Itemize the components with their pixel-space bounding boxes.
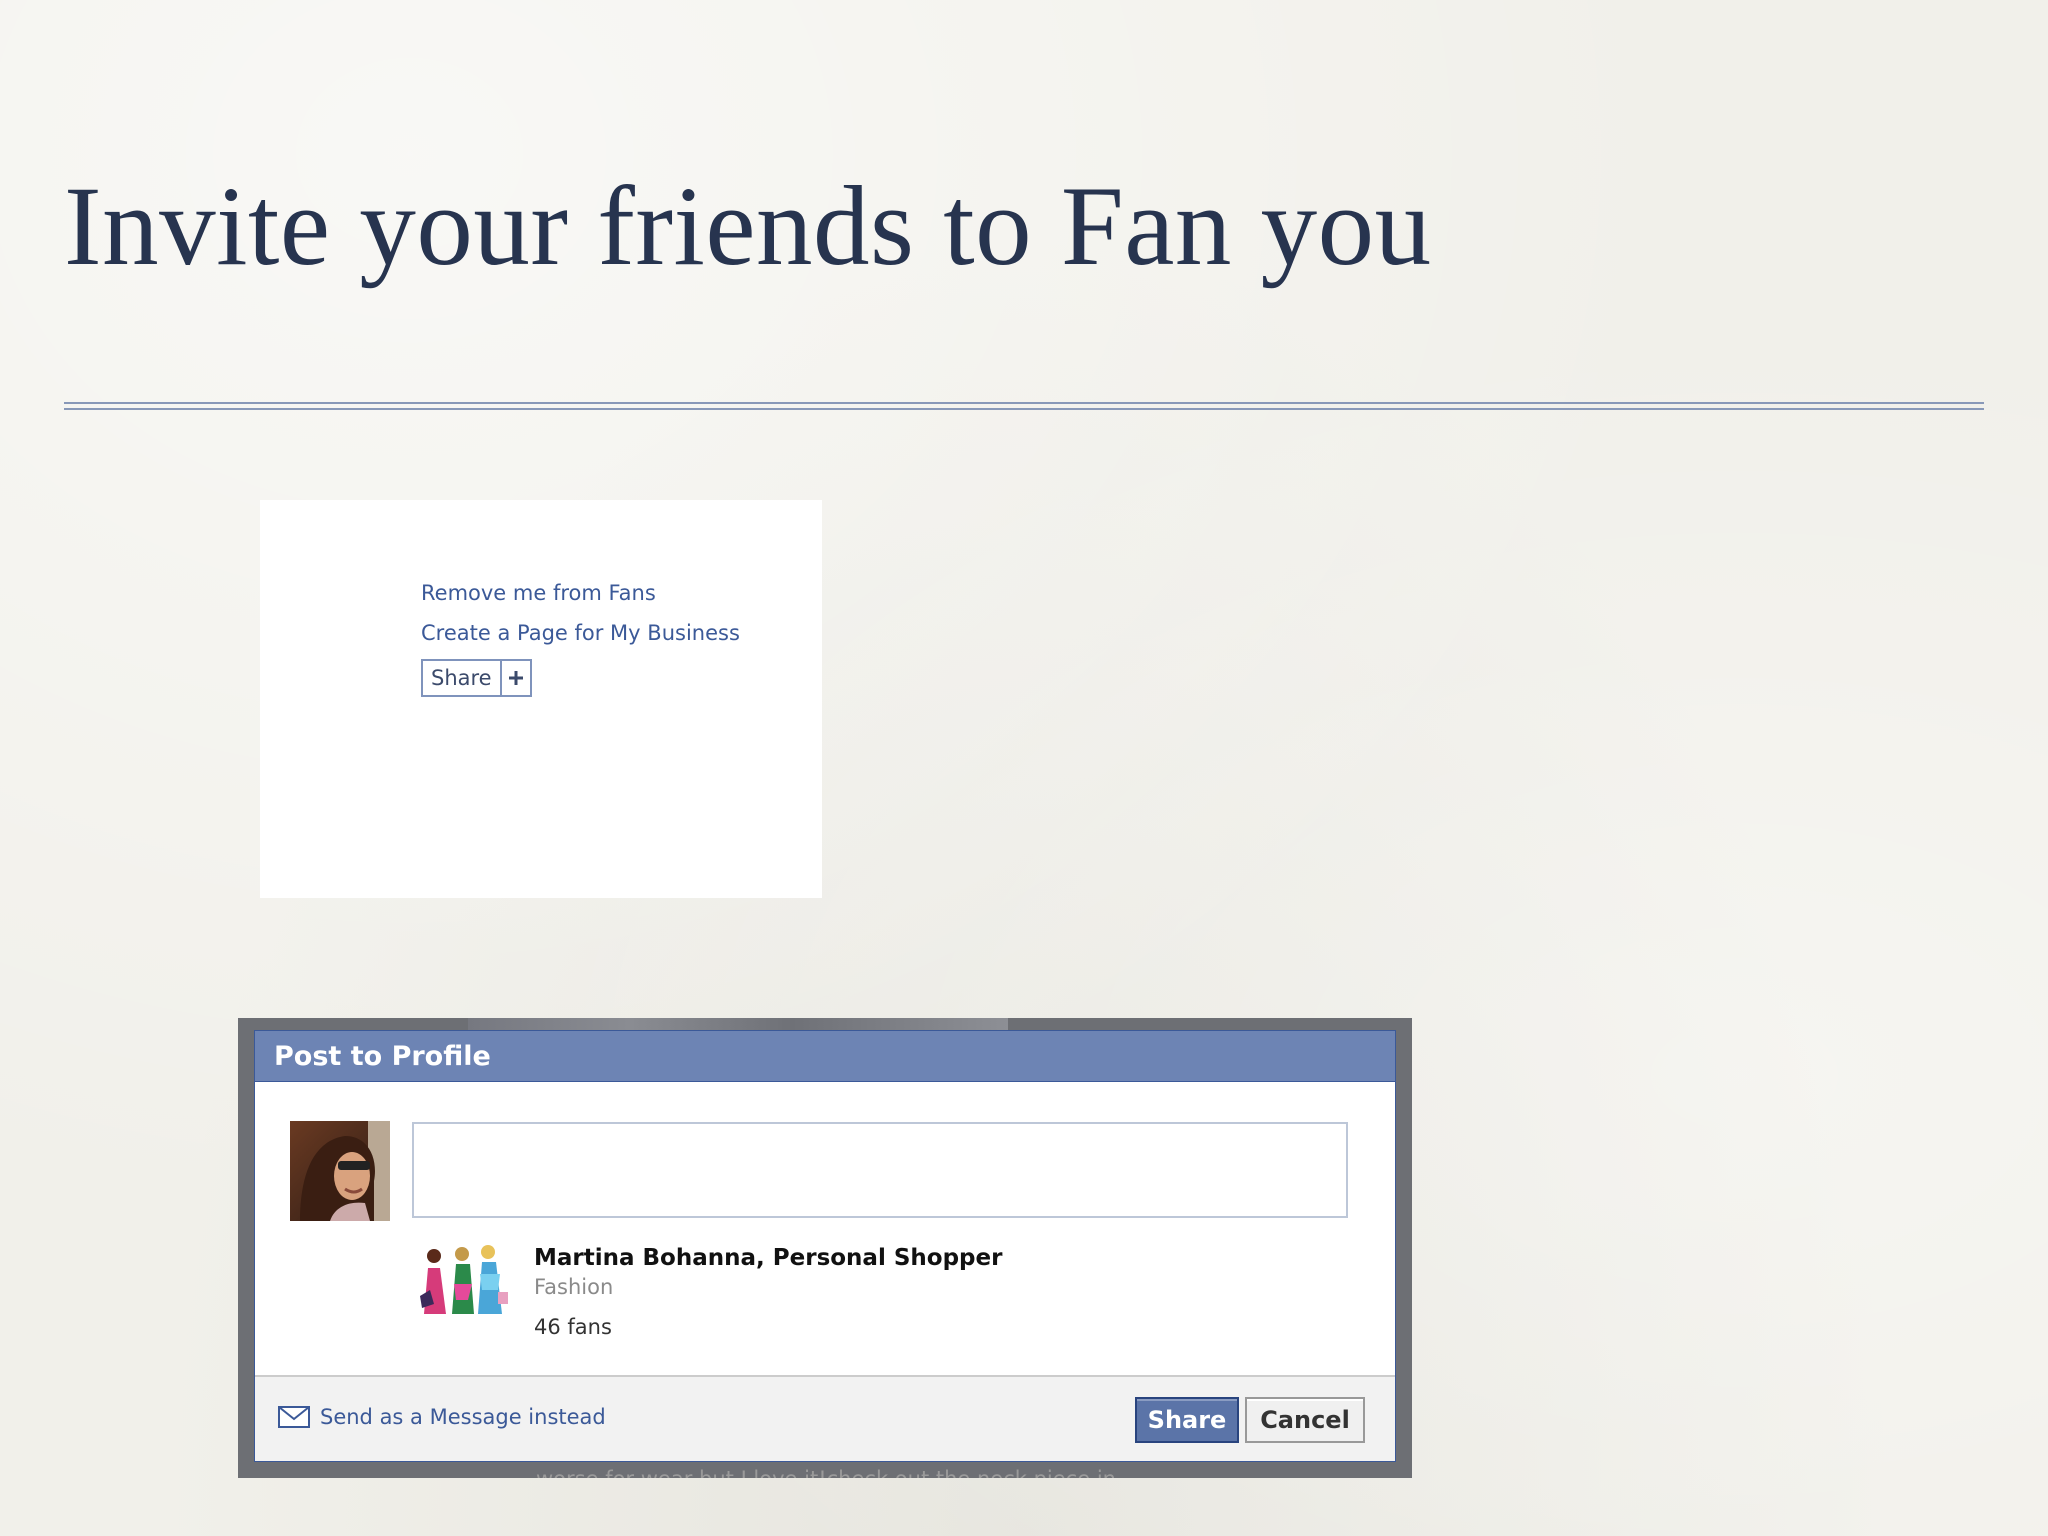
share-button-label: Share	[431, 666, 492, 690]
dialog-header: Post to Profile	[255, 1031, 1395, 1082]
page-sidebar-panel: Remove me from Fans Create a Page for My…	[260, 500, 822, 898]
attachment-page-name: Martina Bohanna, Personal Shopper	[534, 1245, 1003, 1271]
post-to-profile-dialog: Post to Profile Martina Bohanna, Persona…	[254, 1030, 1396, 1462]
attachment-details: Martina Bohanna, Personal Shopper Fashio…	[534, 1243, 1002, 1341]
remove-from-fans-link[interactable]: Remove me from Fans	[421, 573, 740, 613]
attachment-fan-count: 46 fans	[534, 1315, 612, 1339]
dialog-footer: Send as a Message instead Share Cancel	[255, 1375, 1395, 1461]
post-message-input[interactable]	[412, 1122, 1348, 1218]
attachment-thumbnail	[412, 1244, 512, 1316]
cancel-button[interactable]: Cancel	[1245, 1397, 1365, 1443]
send-as-message-link[interactable]: Send as a Message instead	[278, 1405, 606, 1429]
background-post-text: worse for wear but I love it!check out t…	[536, 1464, 1116, 1478]
dialog-title: Post to Profile	[274, 1040, 491, 1072]
envelope-icon	[278, 1406, 310, 1428]
create-page-link[interactable]: Create a Page for My Business	[421, 613, 740, 653]
slide-title: Invite your friends to Fan you	[64, 164, 1432, 289]
title-divider	[64, 402, 1984, 410]
sidebar-links: Remove me from Fans Create a Page for My…	[421, 573, 740, 697]
user-avatar	[290, 1121, 390, 1221]
attachment-category: Fashion	[534, 1275, 614, 1299]
share-plus-button[interactable]: Share	[421, 659, 532, 697]
send-as-message-label: Send as a Message instead	[320, 1405, 606, 1429]
plus-icon	[499, 661, 530, 695]
share-button[interactable]: Share	[1135, 1397, 1239, 1443]
dialog-overlay-frame: Post to Profile Martina Bohanna, Persona…	[238, 1018, 1412, 1478]
